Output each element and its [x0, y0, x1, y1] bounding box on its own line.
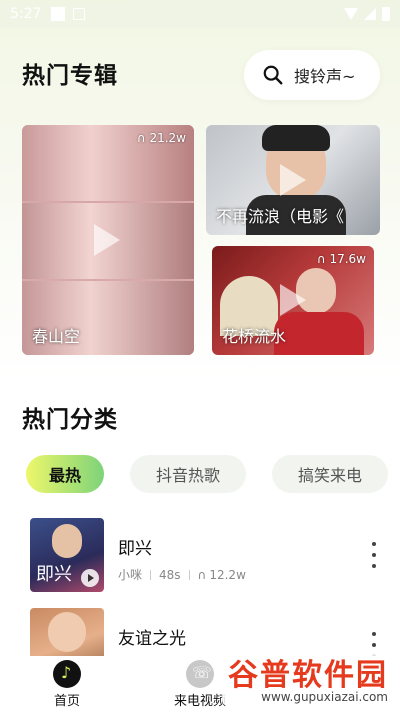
- thumb-portrait: [48, 612, 86, 652]
- watermark-logo: 谷普软件园: [228, 658, 388, 693]
- album-card-2[interactable]: 不再流浪（电影《: [206, 125, 380, 235]
- song-duration: 48s: [159, 567, 181, 582]
- wifi-icon: [344, 8, 358, 20]
- song-artist: 小咪: [118, 568, 143, 582]
- play-icon[interactable]: [94, 224, 120, 256]
- album-portrait-body: [274, 312, 364, 355]
- notification-icon: [51, 7, 66, 21]
- cellular-icon: [364, 8, 376, 20]
- category-chips: 最热 抖音热歌 搞笑来电: [22, 455, 400, 493]
- album-play-count: ∩ 17.6w: [316, 252, 366, 266]
- more-options-icon[interactable]: [372, 542, 376, 568]
- search-placeholder: 搜铃声~: [294, 67, 356, 86]
- notification-icon-2: [73, 8, 86, 20]
- status-icons: [344, 7, 390, 21]
- thumb-text: 即兴: [36, 564, 72, 585]
- play-icon[interactable]: [280, 164, 306, 196]
- chip-hottest[interactable]: 最热: [26, 455, 104, 493]
- section-title-categories: 热门分类: [22, 407, 118, 433]
- song-title: 友谊之光: [118, 629, 186, 649]
- search-button[interactable]: 搜铃声~: [244, 50, 380, 100]
- list-item[interactable]: 即兴 即兴 小咪 48s ∩ 12.2w: [30, 518, 390, 592]
- album-card-3[interactable]: ∩ 17.6w 花桥流水: [212, 246, 374, 355]
- album-title: 花桥流水: [222, 327, 287, 346]
- thumb-portrait: [52, 524, 82, 558]
- battery-icon: [382, 7, 390, 21]
- song-thumbnail: 即兴: [30, 518, 104, 592]
- headphone-icon: ∩: [197, 567, 207, 582]
- song-meta: 小咪 48s ∩ 12.2w: [118, 566, 246, 583]
- play-icon[interactable]: [81, 569, 99, 587]
- search-icon: [263, 65, 283, 85]
- divider: [150, 569, 152, 580]
- music-note-icon: [53, 660, 81, 688]
- song-title: 即兴: [118, 539, 152, 559]
- page-title: 热门专辑: [22, 63, 118, 89]
- tab-home[interactable]: 首页: [27, 660, 107, 709]
- album-portrait-hair: [262, 125, 330, 151]
- chip-funny-ringtones[interactable]: 搞笑来电: [272, 455, 388, 493]
- chip-douyin-hits[interactable]: 抖音热歌: [130, 455, 246, 493]
- play-icon[interactable]: [280, 284, 306, 316]
- tab-home-label: 首页: [53, 694, 80, 709]
- divider: [188, 569, 190, 580]
- song-plays: 12.2w: [209, 567, 246, 582]
- watermark: 谷普软件园 www.gupuxiazai.com: [222, 650, 394, 706]
- album-card-1[interactable]: ∩ 21.2w 春山空: [22, 125, 194, 355]
- album-title: 春山空: [32, 327, 81, 346]
- status-time: 5:27: [10, 6, 42, 22]
- phone-icon: [186, 660, 214, 688]
- status-bar: 5:27: [0, 0, 400, 28]
- album-play-count: ∩ 21.2w: [136, 131, 186, 145]
- album-title: 不再流浪（电影《: [216, 207, 345, 226]
- tab-call-video-label: 来电视频: [173, 694, 226, 709]
